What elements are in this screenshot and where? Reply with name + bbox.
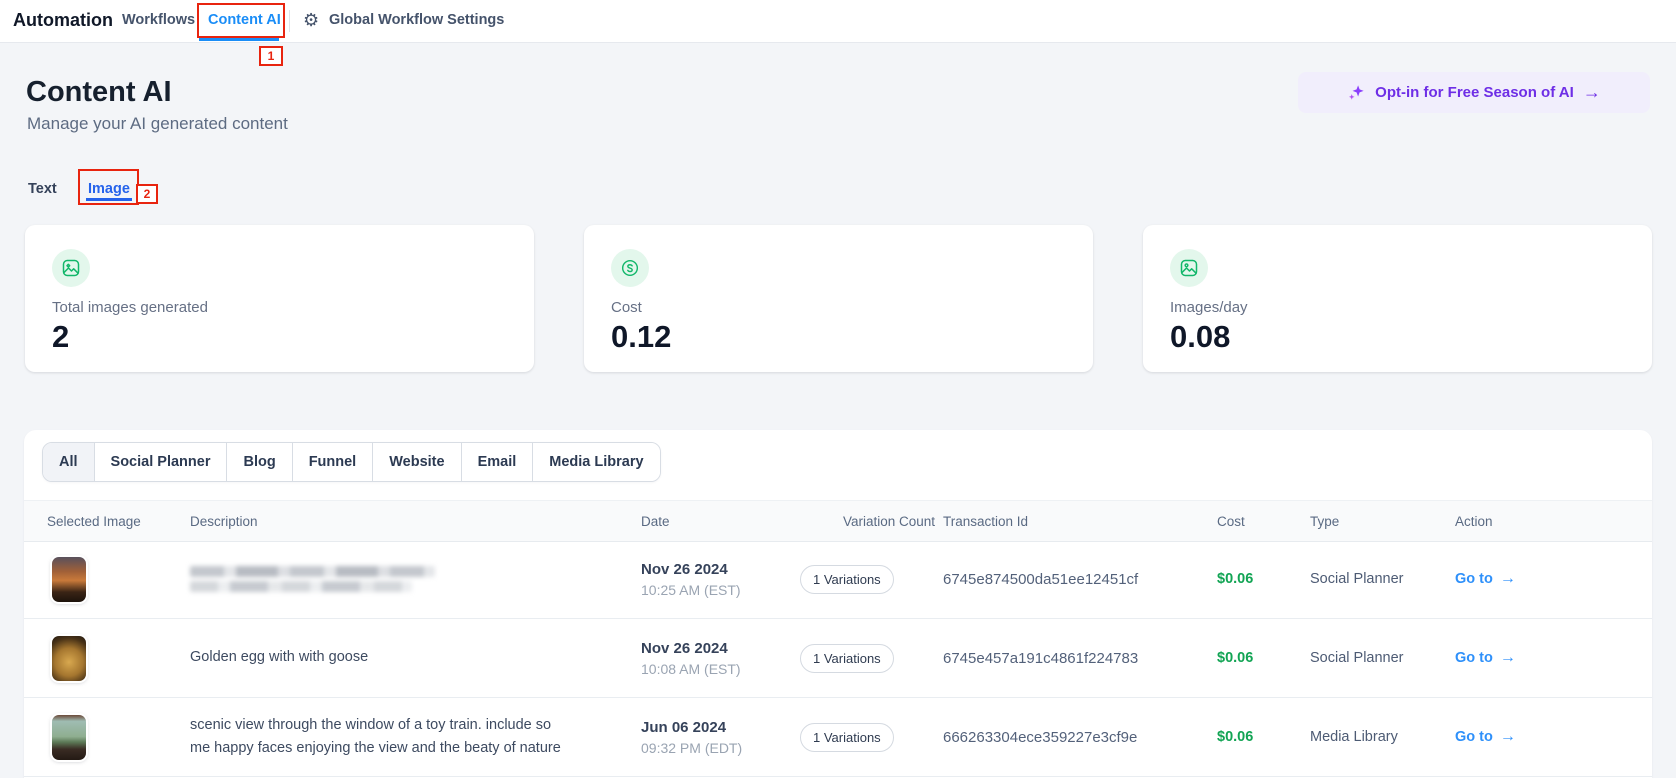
go-to-label: Go to — [1455, 729, 1493, 745]
row-type: Media Library — [1310, 729, 1455, 745]
transaction-id: 6745e457a191c4861f224783 — [943, 650, 1217, 667]
annotation-label-1: 1 — [259, 46, 283, 66]
selected-image-thumbnail[interactable] — [52, 715, 86, 760]
arrow-right-icon: → — [1500, 649, 1516, 667]
row-time: 10:08 AM (EST) — [641, 661, 780, 677]
stat-label: Images/day — [1170, 299, 1248, 316]
sparkles-icon — [1347, 83, 1366, 102]
stat-label: Total images generated — [52, 299, 208, 316]
stat-card-total-images: Total images generated 2 — [25, 225, 534, 372]
row-type: Social Planner — [1310, 650, 1455, 666]
col-variation-count: Variation Count — [780, 514, 943, 529]
stat-label: Cost — [611, 299, 642, 316]
image-icon — [1170, 249, 1208, 287]
table-row: scenic view through the window of a toy … — [24, 698, 1652, 777]
go-to-link[interactable]: Go to → — [1455, 728, 1652, 746]
go-to-link[interactable]: Go to → — [1455, 570, 1652, 588]
row-time: 09:32 PM (EDT) — [641, 740, 780, 756]
arrow-right-icon: → — [1583, 82, 1601, 103]
tab-text[interactable]: Text — [28, 181, 57, 197]
filter-media-library[interactable]: Media Library — [532, 443, 659, 481]
go-to-label: Go to — [1455, 650, 1493, 666]
dollar-icon — [611, 249, 649, 287]
stat-card-cost: Cost 0.12 — [584, 225, 1093, 372]
variation-count-pill: 1 Variations — [800, 723, 894, 752]
row-date: Jun 06 2024 — [641, 719, 780, 736]
filter-social-planner[interactable]: Social Planner — [94, 443, 227, 481]
annotation-box-1 — [197, 3, 285, 38]
page-subtitle: Manage your AI generated content — [27, 114, 288, 134]
table-row: Golden egg with with goose Nov 26 2024 1… — [24, 619, 1652, 698]
go-to-link[interactable]: Go to → — [1455, 649, 1652, 667]
selected-image-thumbnail[interactable] — [52, 557, 86, 602]
source-filter-group: All Social Planner Blog Funnel Website E… — [42, 442, 661, 482]
col-action: Action — [1455, 514, 1652, 529]
table-row: Nov 26 2024 10:25 AM (EST) 1 Variations … — [24, 540, 1652, 619]
gear-icon: ⚙ — [303, 0, 319, 40]
col-transaction-id: Transaction Id — [943, 514, 1217, 529]
stat-value: 0.12 — [611, 319, 671, 355]
filter-email[interactable]: Email — [461, 443, 533, 481]
transaction-id: 6745e874500da51ee12451cf — [943, 571, 1217, 588]
images-table-panel: All Social Planner Blog Funnel Website E… — [24, 430, 1652, 778]
row-type: Social Planner — [1310, 571, 1455, 587]
col-cost: Cost — [1217, 514, 1310, 529]
row-time: 10:25 AM (EST) — [641, 582, 780, 598]
go-to-label: Go to — [1455, 571, 1493, 587]
variation-count-pill: 1 Variations — [800, 644, 894, 673]
filter-blog[interactable]: Blog — [226, 443, 291, 481]
col-description: Description — [190, 514, 641, 529]
image-icon — [52, 249, 90, 287]
filter-funnel[interactable]: Funnel — [292, 443, 373, 481]
transaction-id: 666263304ece359227e3cf9e — [943, 729, 1217, 746]
nav-item-global-workflow-settings[interactable]: Global Workflow Settings — [329, 0, 504, 41]
nav-divider — [289, 10, 290, 32]
annotation-label-2: 2 — [136, 184, 158, 204]
stat-card-images-per-day: Images/day 0.08 — [1143, 225, 1652, 372]
arrow-right-icon: → — [1500, 728, 1516, 746]
app-title: Automation — [13, 0, 113, 41]
stat-value: 2 — [52, 319, 69, 355]
stat-value: 0.08 — [1170, 319, 1230, 355]
col-date: Date — [641, 514, 780, 529]
optin-button-label: Opt-in for Free Season of AI — [1375, 84, 1574, 101]
annotation-box-2 — [78, 169, 139, 205]
arrow-right-icon: → — [1500, 570, 1516, 588]
row-date: Nov 26 2024 — [641, 640, 780, 657]
col-type: Type — [1310, 514, 1455, 529]
content-ai-page: Automation Workflows Content AI ⚙ Global… — [0, 0, 1676, 778]
selected-image-thumbnail[interactable] — [52, 636, 86, 681]
page-title: Content AI — [26, 76, 172, 109]
description-text: scenic view through the window of a toy … — [190, 714, 562, 760]
variation-count-pill: 1 Variations — [800, 565, 894, 594]
description-text: Golden egg with with goose — [190, 646, 368, 669]
filter-all[interactable]: All — [43, 443, 94, 481]
redacted-description — [190, 566, 435, 592]
filter-website[interactable]: Website — [372, 443, 460, 481]
row-cost: $0.06 — [1217, 571, 1310, 587]
row-cost: $0.06 — [1217, 650, 1310, 666]
row-date: Nov 26 2024 — [641, 561, 780, 578]
table-body: Nov 26 2024 10:25 AM (EST) 1 Variations … — [24, 540, 1652, 777]
col-selected-image: Selected Image — [47, 514, 190, 529]
nav-item-workflows[interactable]: Workflows — [122, 0, 195, 41]
row-cost: $0.06 — [1217, 729, 1310, 745]
optin-free-season-button[interactable]: Opt-in for Free Season of AI → — [1298, 72, 1650, 113]
table-header: Selected Image Description Date Variatio… — [24, 500, 1652, 542]
